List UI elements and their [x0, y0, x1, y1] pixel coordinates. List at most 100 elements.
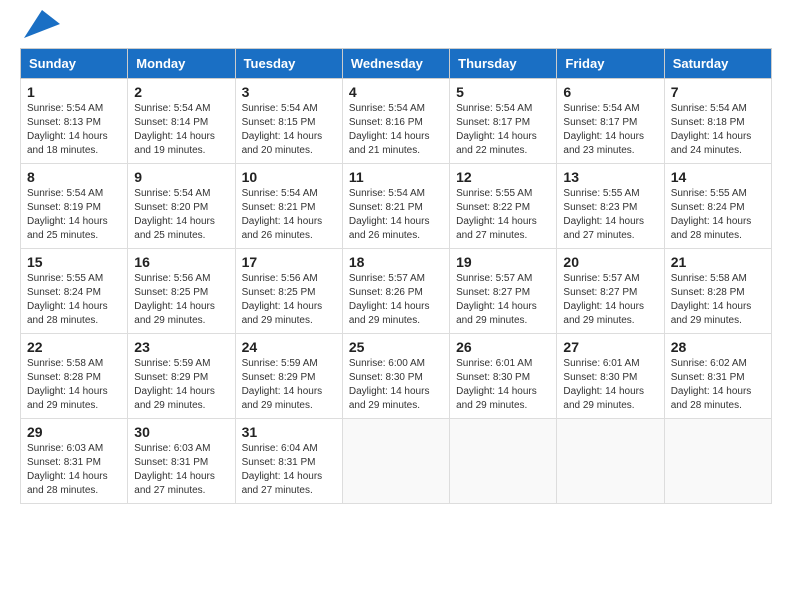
day-info: Sunrise: 5:59 AMSunset: 8:29 PMDaylight:… [242, 357, 336, 413]
day-info: Sunrise: 5:57 AMSunset: 8:27 PMDaylight:… [456, 272, 550, 328]
day-info: Sunrise: 5:57 AMSunset: 8:26 PMDaylight:… [349, 272, 443, 328]
day-number: 7 [671, 84, 765, 100]
table-row: 6Sunrise: 5:54 AMSunset: 8:17 PMDaylight… [557, 79, 664, 164]
calendar-day-header: Saturday [664, 49, 771, 79]
day-number: 24 [242, 339, 336, 355]
day-info: Sunrise: 5:55 AMSunset: 8:22 PMDaylight:… [456, 187, 550, 243]
table-row: 15 Sunrise: 5:55 AMSunset: 8:24 PMDayligh… [21, 249, 128, 334]
table-row: 8 Sunrise: 5:54 AMSunset: 8:19 PMDaylight… [21, 164, 128, 249]
day-number: 27 [563, 339, 657, 355]
page-header [0, 0, 792, 48]
table-row [664, 419, 771, 504]
calendar-wrapper: SundayMondayTuesdayWednesdayThursdayFrid… [0, 48, 792, 514]
calendar-week-row: 29 Sunrise: 6:03 AMSunset: 8:31 PMDayligh… [21, 419, 772, 504]
table-row: 11 Sunrise: 5:54 AMSunset: 8:21 PMDayligh… [342, 164, 449, 249]
table-row: 30 Sunrise: 6:03 AMSunset: 8:31 PMDayligh… [128, 419, 235, 504]
table-row: 29 Sunrise: 6:03 AMSunset: 8:31 PMDayligh… [21, 419, 128, 504]
day-info: Sunrise: 5:54 AMSunset: 8:21 PMDaylight:… [349, 187, 443, 243]
day-info: Sunrise: 5:54 AMSunset: 8:21 PMDaylight:… [242, 187, 336, 243]
calendar-header-row: SundayMondayTuesdayWednesdayThursdayFrid… [21, 49, 772, 79]
day-number: 15 [27, 254, 121, 270]
table-row: 19 Sunrise: 5:57 AMSunset: 8:27 PMDayligh… [450, 249, 557, 334]
day-info: Sunrise: 5:58 AMSunset: 8:28 PMDaylight:… [671, 272, 765, 328]
day-info: Sunrise: 5:54 AMSunset: 8:19 PMDaylight:… [27, 187, 121, 243]
day-number: 20 [563, 254, 657, 270]
day-number: 2 [134, 84, 228, 100]
day-number: 3 [242, 84, 336, 100]
calendar-day-header: Friday [557, 49, 664, 79]
day-number: 23 [134, 339, 228, 355]
day-number: 10 [242, 169, 336, 185]
day-number: 9 [134, 169, 228, 185]
day-number: 16 [134, 254, 228, 270]
day-number: 11 [349, 169, 443, 185]
day-number: 17 [242, 254, 336, 270]
calendar-day-header: Sunday [21, 49, 128, 79]
calendar-day-header: Thursday [450, 49, 557, 79]
table-row: 3Sunrise: 5:54 AMSunset: 8:15 PMDaylight… [235, 79, 342, 164]
day-info: Sunrise: 6:00 AMSunset: 8:30 PMDaylight:… [349, 357, 443, 413]
table-row: 25 Sunrise: 6:00 AMSunset: 8:30 PMDayligh… [342, 334, 449, 419]
day-info: Sunrise: 6:03 AMSunset: 8:31 PMDaylight:… [134, 442, 228, 498]
day-number: 5 [456, 84, 550, 100]
day-info: Sunrise: 5:54 AMSunset: 8:13 PMDaylight:… [27, 102, 121, 158]
table-row: 1Sunrise: 5:54 AMSunset: 8:13 PMDaylight… [21, 79, 128, 164]
day-info: Sunrise: 5:54 AMSunset: 8:18 PMDaylight:… [671, 102, 765, 158]
day-number: 28 [671, 339, 765, 355]
day-number: 6 [563, 84, 657, 100]
table-row: 20 Sunrise: 5:57 AMSunset: 8:27 PMDayligh… [557, 249, 664, 334]
day-number: 21 [671, 254, 765, 270]
calendar-week-row: 15 Sunrise: 5:55 AMSunset: 8:24 PMDayligh… [21, 249, 772, 334]
table-row: 2 Sunrise: 5:54 AMSunset: 8:14 PMDaylight… [128, 79, 235, 164]
table-row [557, 419, 664, 504]
day-info: Sunrise: 5:55 AMSunset: 8:24 PMDaylight:… [27, 272, 121, 328]
day-number: 19 [456, 254, 550, 270]
day-number: 8 [27, 169, 121, 185]
table-row: 24 Sunrise: 5:59 AMSunset: 8:29 PMDayligh… [235, 334, 342, 419]
day-number: 14 [671, 169, 765, 185]
table-row [450, 419, 557, 504]
day-number: 26 [456, 339, 550, 355]
day-number: 30 [134, 424, 228, 440]
day-info: Sunrise: 5:54 AMSunset: 8:17 PMDaylight:… [456, 102, 550, 158]
calendar-day-header: Tuesday [235, 49, 342, 79]
calendar-week-row: 22 Sunrise: 5:58 AMSunset: 8:28 PMDayligh… [21, 334, 772, 419]
day-number: 29 [27, 424, 121, 440]
calendar-week-row: 8 Sunrise: 5:54 AMSunset: 8:19 PMDaylight… [21, 164, 772, 249]
logo-icon [24, 10, 60, 38]
table-row: 16 Sunrise: 5:56 AMSunset: 8:25 PMDayligh… [128, 249, 235, 334]
day-info: Sunrise: 5:55 AMSunset: 8:24 PMDaylight:… [671, 187, 765, 243]
day-info: Sunrise: 6:01 AMSunset: 8:30 PMDaylight:… [456, 357, 550, 413]
day-number: 18 [349, 254, 443, 270]
table-row: 22 Sunrise: 5:58 AMSunset: 8:28 PMDayligh… [21, 334, 128, 419]
table-row: 21 Sunrise: 5:58 AMSunset: 8:28 PMDayligh… [664, 249, 771, 334]
table-row: 14 Sunrise: 5:55 AMSunset: 8:24 PMDayligh… [664, 164, 771, 249]
day-info: Sunrise: 6:03 AMSunset: 8:31 PMDaylight:… [27, 442, 121, 498]
day-info: Sunrise: 5:57 AMSunset: 8:27 PMDaylight:… [563, 272, 657, 328]
calendar-day-header: Monday [128, 49, 235, 79]
day-number: 13 [563, 169, 657, 185]
day-number: 12 [456, 169, 550, 185]
day-info: Sunrise: 5:55 AMSunset: 8:23 PMDaylight:… [563, 187, 657, 243]
table-row: 17 Sunrise: 5:56 AMSunset: 8:25 PMDayligh… [235, 249, 342, 334]
table-row: 9Sunrise: 5:54 AMSunset: 8:20 PMDaylight… [128, 164, 235, 249]
logo [20, 18, 60, 38]
day-info: Sunrise: 6:04 AMSunset: 8:31 PMDaylight:… [242, 442, 336, 498]
day-number: 4 [349, 84, 443, 100]
table-row: 23 Sunrise: 5:59 AMSunset: 8:29 PMDayligh… [128, 334, 235, 419]
table-row: 18 Sunrise: 5:57 AMSunset: 8:26 PMDayligh… [342, 249, 449, 334]
day-info: Sunrise: 5:56 AMSunset: 8:25 PMDaylight:… [134, 272, 228, 328]
day-info: Sunrise: 5:54 AMSunset: 8:16 PMDaylight:… [349, 102, 443, 158]
calendar-table: SundayMondayTuesdayWednesdayThursdayFrid… [20, 48, 772, 504]
day-number: 22 [27, 339, 121, 355]
day-info: Sunrise: 5:58 AMSunset: 8:28 PMDaylight:… [27, 357, 121, 413]
calendar-day-header: Wednesday [342, 49, 449, 79]
day-number: 25 [349, 339, 443, 355]
day-info: Sunrise: 5:54 AMSunset: 8:14 PMDaylight:… [134, 102, 228, 158]
day-info: Sunrise: 5:56 AMSunset: 8:25 PMDaylight:… [242, 272, 336, 328]
day-info: Sunrise: 6:01 AMSunset: 8:30 PMDaylight:… [563, 357, 657, 413]
table-row: 7 Sunrise: 5:54 AMSunset: 8:18 PMDaylight… [664, 79, 771, 164]
table-row: 27 Sunrise: 6:01 AMSunset: 8:30 PMDayligh… [557, 334, 664, 419]
table-row: 10 Sunrise: 5:54 AMSunset: 8:21 PMDayligh… [235, 164, 342, 249]
day-info: Sunrise: 5:59 AMSunset: 8:29 PMDaylight:… [134, 357, 228, 413]
